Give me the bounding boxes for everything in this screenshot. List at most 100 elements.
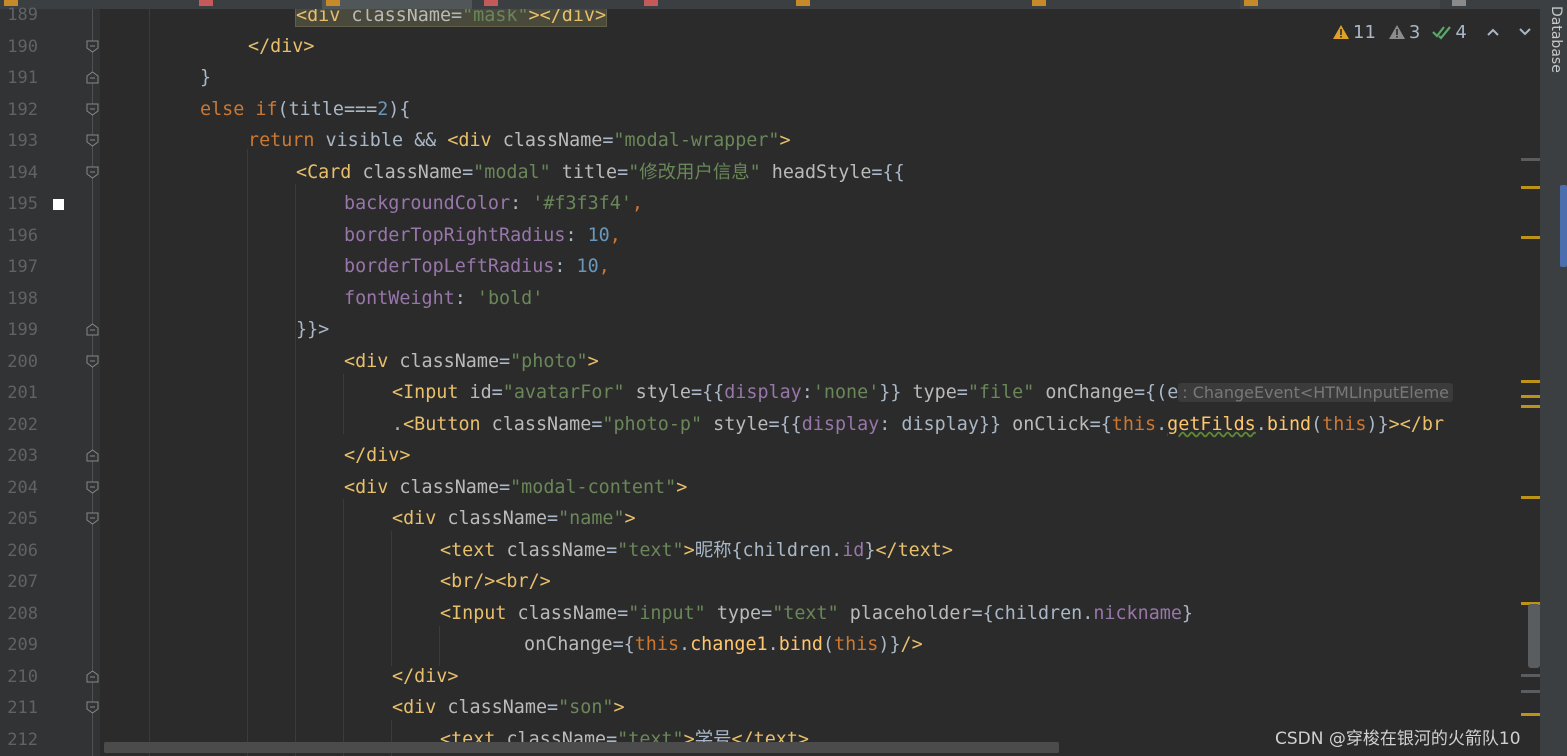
- vertical-scrollbar-thumb[interactable]: [1528, 604, 1540, 668]
- error-stripe-mark[interactable]: [1521, 158, 1541, 161]
- fold-end-icon[interactable]: [86, 323, 99, 336]
- code-token: =: [451, 9, 463, 26]
- editor-tab-active[interactable]: [322, 0, 472, 9]
- code-token: : display: [879, 414, 979, 435]
- double-check-icon: [1432, 26, 1452, 40]
- editor-tab[interactable]: [1028, 0, 1228, 9]
- code-token: className: [447, 508, 548, 529]
- editor-tab[interactable]: [480, 0, 635, 9]
- code-line-207: <br/><br/>: [440, 570, 551, 594]
- code-token: {{: [882, 162, 905, 183]
- fold-start-icon[interactable]: [86, 701, 99, 714]
- editor-tab[interactable]: [1240, 0, 1440, 9]
- code-token: .: [1255, 414, 1267, 435]
- chevron-down-icon[interactable]: [1517, 26, 1533, 38]
- weak-warnings-count[interactable]: 3: [1388, 22, 1420, 43]
- code-token: className: [399, 351, 500, 372]
- code-token: '#f3f3f4': [532, 193, 632, 214]
- error-stripe-mark[interactable]: [1521, 236, 1541, 239]
- code-token: style: [713, 414, 769, 435]
- database-tool-tab[interactable]: Database: [1542, 4, 1564, 86]
- code-line-200: <div className="photo">: [344, 350, 599, 374]
- code-token: <br/><br/>: [440, 571, 551, 592]
- code-token: title: [561, 162, 618, 183]
- code-token: {: [623, 634, 635, 655]
- code-token: 2: [377, 99, 389, 120]
- right-tool-window-bar: Database: [1540, 0, 1567, 756]
- code-token: this: [834, 634, 879, 655]
- error-stripe-mark[interactable]: [1521, 713, 1541, 716]
- inspection-widget[interactable]: 11 3 4: [1332, 20, 1533, 44]
- typos-count-label: 4: [1455, 21, 1467, 43]
- fold-start-icon[interactable]: [86, 481, 99, 494]
- file-icon: [1244, 0, 1258, 6]
- code-token: borderTopLeftRadius: [344, 256, 555, 277]
- code-token: />: [900, 634, 923, 655]
- fold-end-icon[interactable]: [86, 670, 99, 683]
- error-stripe-mark[interactable]: [1521, 186, 1541, 189]
- fold-start-icon[interactable]: [86, 134, 99, 147]
- error-stripe-mark[interactable]: [1521, 690, 1541, 693]
- code-token: ,: [631, 193, 643, 214]
- code-token: :: [454, 288, 477, 309]
- code-token: {: [982, 603, 994, 624]
- code-token: ,: [609, 225, 621, 246]
- code-token: display: [801, 414, 880, 435]
- code-token: =: [499, 351, 511, 372]
- error-stripe-mark[interactable]: [1521, 380, 1541, 383]
- code-token: children.: [993, 603, 1094, 624]
- file-icon: [796, 0, 810, 6]
- code-token: }: [1181, 603, 1193, 624]
- fold-end-icon[interactable]: [86, 71, 99, 84]
- fold-end-icon[interactable]: [86, 40, 99, 53]
- error-stripe-mark[interactable]: [1521, 674, 1541, 677]
- line-number: 199: [7, 320, 38, 340]
- code-token: className: [517, 603, 618, 624]
- horizontal-scrollbar-thumb[interactable]: [104, 742, 1059, 753]
- line-number: 202: [7, 415, 38, 435]
- code-line-209: onChange={this.change1.bind(this)}/>: [524, 633, 923, 657]
- line-number: 194: [7, 163, 38, 183]
- line-number: 211: [7, 698, 38, 718]
- error-stripe-mark[interactable]: [1521, 405, 1541, 408]
- error-stripe-mark[interactable]: [1521, 496, 1541, 499]
- indent-guide: [295, 184, 296, 756]
- code-token: =: [612, 634, 624, 655]
- side-tool-tab-indicator[interactable]: [1560, 185, 1567, 267]
- fold-start-icon[interactable]: [86, 166, 99, 179]
- code-token: =: [1133, 382, 1146, 403]
- code-token: )}: [1366, 414, 1389, 435]
- code-token: =: [547, 697, 559, 718]
- code-token: }}: [978, 414, 1013, 435]
- code-token: =: [1089, 414, 1101, 435]
- editor-tab[interactable]: [792, 0, 1022, 9]
- code-token: onChange: [1045, 382, 1134, 403]
- code-token: <div: [344, 351, 400, 372]
- line-number: 205: [7, 509, 38, 529]
- error-stripe-mark[interactable]: [1521, 395, 1541, 398]
- code-token: =: [761, 603, 773, 624]
- indent-guide: [149, 9, 150, 756]
- code-token: 10: [576, 256, 599, 277]
- fold-start-icon[interactable]: [86, 103, 99, 116]
- fold-end-icon[interactable]: [86, 449, 99, 462]
- bookmark-marker[interactable]: [53, 199, 64, 210]
- line-number: 212: [7, 730, 38, 750]
- code-line-205: <div className="name">: [392, 507, 636, 531]
- code-line-196: borderTopRightRadius: 10,: [344, 224, 621, 248]
- code-token: =: [499, 477, 511, 498]
- warnings-count[interactable]: 11: [1332, 22, 1376, 43]
- code-token: className: [399, 477, 500, 498]
- fold-start-icon[interactable]: [86, 512, 99, 525]
- code-line-203: </div>: [344, 444, 410, 468]
- typos-count[interactable]: 4: [1432, 21, 1467, 43]
- code-token: this: [1322, 414, 1367, 435]
- database-tab-label: Database: [1548, 6, 1564, 73]
- watermark: CSDN @穿梭在银河的火箭队10: [1275, 729, 1521, 749]
- chevron-up-icon[interactable]: [1485, 26, 1501, 38]
- code-editor[interactable]: <div className="mask"></div> </div> } el…: [100, 9, 1540, 756]
- fold-start-icon[interactable]: [86, 355, 99, 368]
- code-token: <div: [447, 130, 503, 151]
- editor-tab[interactable]: [1448, 0, 1538, 9]
- code-token: className: [491, 414, 592, 435]
